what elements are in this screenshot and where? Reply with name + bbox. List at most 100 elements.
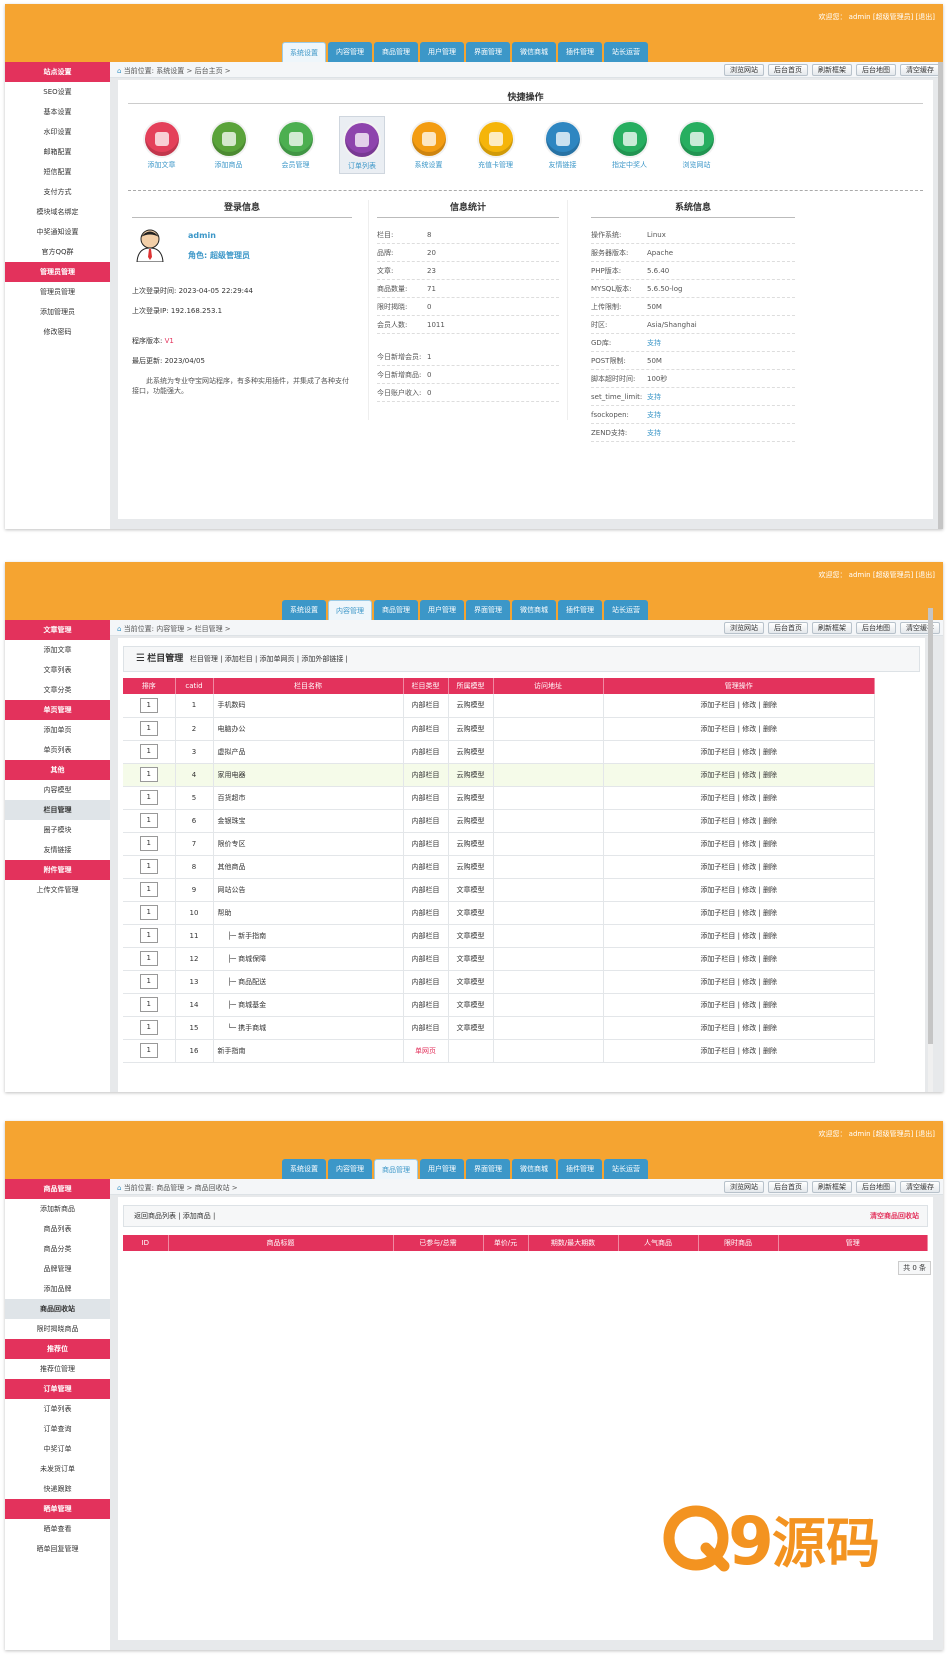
manage-actions[interactable]: 添加子栏目 | 修改 | 删除 [603, 970, 875, 994]
recycle-links[interactable]: 返回商品列表 | 添加商品 | [134, 1212, 215, 1220]
sort-input[interactable]: 1 [139, 813, 158, 828]
sort-input[interactable]: 1 [139, 721, 158, 736]
sidebar-item[interactable]: 短信配置 [5, 162, 110, 182]
quick-action-8[interactable]: 浏览网站 [663, 116, 730, 174]
sidebar-item[interactable]: 上传文件管理 [5, 880, 110, 900]
quick-action-6[interactable]: 友情链接 [529, 116, 596, 174]
clear-recycle-button[interactable]: 清空商品回收站 [870, 1206, 919, 1226]
sidebar-item[interactable]: 内容模型 [5, 780, 110, 800]
toolbar-button[interactable]: 清空缓存 [900, 1181, 940, 1193]
tab-0[interactable]: 系统设置 [282, 600, 326, 620]
sidebar-item[interactable]: 基本设置 [5, 102, 110, 122]
toolbar-button[interactable]: 浏览网站 [724, 64, 764, 76]
sidebar-item[interactable]: 修改密码 [5, 322, 110, 342]
quick-action-0[interactable]: 添加文章 [128, 116, 195, 174]
sidebar-item[interactable]: 添加单页 [5, 720, 110, 740]
sidebar-item[interactable]: 圈子模块 [5, 820, 110, 840]
tab-7[interactable]: 站长运营 [604, 600, 648, 620]
manage-actions[interactable]: 添加子栏目 | 修改 | 删除 [603, 832, 875, 856]
manage-actions[interactable]: 添加子栏目 | 修改 | 删除 [603, 1016, 875, 1040]
toolbar-button[interactable]: 后台首页 [768, 622, 808, 634]
toolbar-button[interactable]: 后台首页 [768, 1181, 808, 1193]
tab-2[interactable]: 商品管理 [374, 600, 418, 620]
manage-actions[interactable]: 添加子栏目 | 修改 | 删除 [603, 855, 875, 879]
scrollbar[interactable] [928, 608, 933, 1092]
sort-input[interactable]: 1 [139, 697, 158, 713]
tab-5[interactable]: 微信商城 [512, 600, 556, 620]
tab-4[interactable]: 界面管理 [466, 600, 510, 620]
manage-actions[interactable]: 添加子栏目 | 修改 | 删除 [603, 740, 875, 764]
quick-action-5[interactable]: 充值卡管理 [462, 116, 529, 174]
tab-5[interactable]: 微信商城 [512, 1159, 556, 1179]
sort-input[interactable]: 1 [139, 859, 158, 874]
toolbar-button[interactable]: 清空缓存 [900, 64, 940, 76]
manage-actions[interactable]: 添加子栏目 | 修改 | 删除 [603, 924, 875, 948]
tab-1[interactable]: 内容管理 [328, 1159, 372, 1179]
sort-input[interactable]: 1 [139, 836, 158, 851]
tab-6[interactable]: 插件管理 [558, 600, 602, 620]
manage-actions[interactable]: 添加子栏目 | 修改 | 删除 [603, 947, 875, 971]
sidebar-item[interactable]: 栏目管理 [5, 800, 110, 820]
sidebar-item[interactable]: 晒单回复管理 [5, 1539, 110, 1559]
sidebar-item[interactable]: 中奖订单 [5, 1439, 110, 1459]
sidebar-item[interactable]: 晒单查看 [5, 1519, 110, 1539]
manage-actions[interactable]: 添加子栏目 | 修改 | 删除 [603, 1039, 875, 1063]
manage-actions[interactable]: 添加子栏目 | 修改 | 删除 [603, 878, 875, 902]
sidebar-item[interactable]: 推荐位管理 [5, 1359, 110, 1379]
sidebar-item[interactable]: 添加文章 [5, 640, 110, 660]
toolbar-button[interactable]: 后台地图 [856, 622, 896, 634]
toolbar-button[interactable]: 后台地图 [856, 64, 896, 76]
toolbar-button[interactable]: 刷新框架 [812, 622, 852, 634]
sidebar-item[interactable]: 官方QQ群 [5, 242, 110, 262]
toolbar-button[interactable]: 浏览网站 [724, 1181, 764, 1193]
sidebar-item[interactable]: SEO设置 [5, 82, 110, 102]
toolbar-button[interactable]: 后台地图 [856, 1181, 896, 1193]
quick-action-2[interactable]: 会员管理 [262, 116, 329, 174]
quick-action-4[interactable]: 系统设置 [395, 116, 462, 174]
sidebar-item[interactable]: 限时揭晓商品 [5, 1319, 110, 1339]
tab-4[interactable]: 界面管理 [466, 42, 510, 62]
tab-4[interactable]: 界面管理 [466, 1159, 510, 1179]
sort-input[interactable]: 1 [139, 928, 158, 943]
tab-3[interactable]: 用户管理 [420, 42, 464, 62]
manage-actions[interactable]: 添加子栏目 | 修改 | 删除 [603, 694, 875, 718]
sidebar-item[interactable]: 商品分类 [5, 1239, 110, 1259]
sidebar-item[interactable]: 品牌管理 [5, 1259, 110, 1279]
sidebar-item[interactable]: 订单列表 [5, 1399, 110, 1419]
tab-0[interactable]: 系统设置 [282, 42, 326, 62]
sidebar-item[interactable]: 支付方式 [5, 182, 110, 202]
sidebar-item[interactable]: 快递跟踪 [5, 1479, 110, 1499]
manage-actions[interactable]: 添加子栏目 | 修改 | 删除 [603, 786, 875, 810]
toolbar-button[interactable]: 清空缓存 [900, 622, 940, 634]
welcome-text[interactable]: 欢迎您： admin [超级管理员] [退出] [818, 570, 935, 580]
welcome-text[interactable]: 欢迎您： admin [超级管理员] [退出] [818, 12, 935, 22]
sort-input[interactable]: 1 [139, 974, 158, 989]
toolbar-button[interactable]: 后台首页 [768, 64, 808, 76]
tab-6[interactable]: 插件管理 [558, 42, 602, 62]
quick-action-1[interactable]: 添加商品 [195, 116, 262, 174]
sidebar-item[interactable]: 未发货订单 [5, 1459, 110, 1479]
tab-6[interactable]: 插件管理 [558, 1159, 602, 1179]
sort-input[interactable]: 1 [139, 790, 158, 805]
tab-2[interactable]: 商品管理 [374, 42, 418, 62]
sidebar-item[interactable]: 文章列表 [5, 660, 110, 680]
manage-actions[interactable]: 添加子栏目 | 修改 | 删除 [603, 901, 875, 925]
manage-actions[interactable]: 添加子栏目 | 修改 | 删除 [603, 993, 875, 1017]
manage-actions[interactable]: 添加子栏目 | 修改 | 删除 [603, 717, 875, 741]
toolbar-button[interactable]: 刷新框架 [812, 64, 852, 76]
sidebar-item[interactable]: 管理员管理 [5, 282, 110, 302]
welcome-text[interactable]: 欢迎您： admin [超级管理员] [退出] [818, 1129, 935, 1139]
tab-3[interactable]: 用户管理 [420, 1159, 464, 1179]
quick-action-7[interactable]: 指定中奖人 [596, 116, 663, 174]
sort-input[interactable]: 1 [139, 951, 158, 966]
sidebar-item[interactable]: 邮箱配置 [5, 142, 110, 162]
sort-input[interactable]: 1 [139, 905, 158, 920]
quick-action-3[interactable]: 订单列表 [339, 116, 385, 174]
toolbar-button[interactable]: 浏览网站 [724, 622, 764, 634]
sort-input[interactable]: 1 [139, 767, 158, 782]
tab-2[interactable]: 商品管理 [374, 1159, 418, 1179]
sidebar-item[interactable]: 添加管理员 [5, 302, 110, 322]
sort-input[interactable]: 1 [139, 1043, 158, 1058]
sort-input[interactable]: 1 [139, 1020, 158, 1035]
tab-5[interactable]: 微信商城 [512, 42, 556, 62]
